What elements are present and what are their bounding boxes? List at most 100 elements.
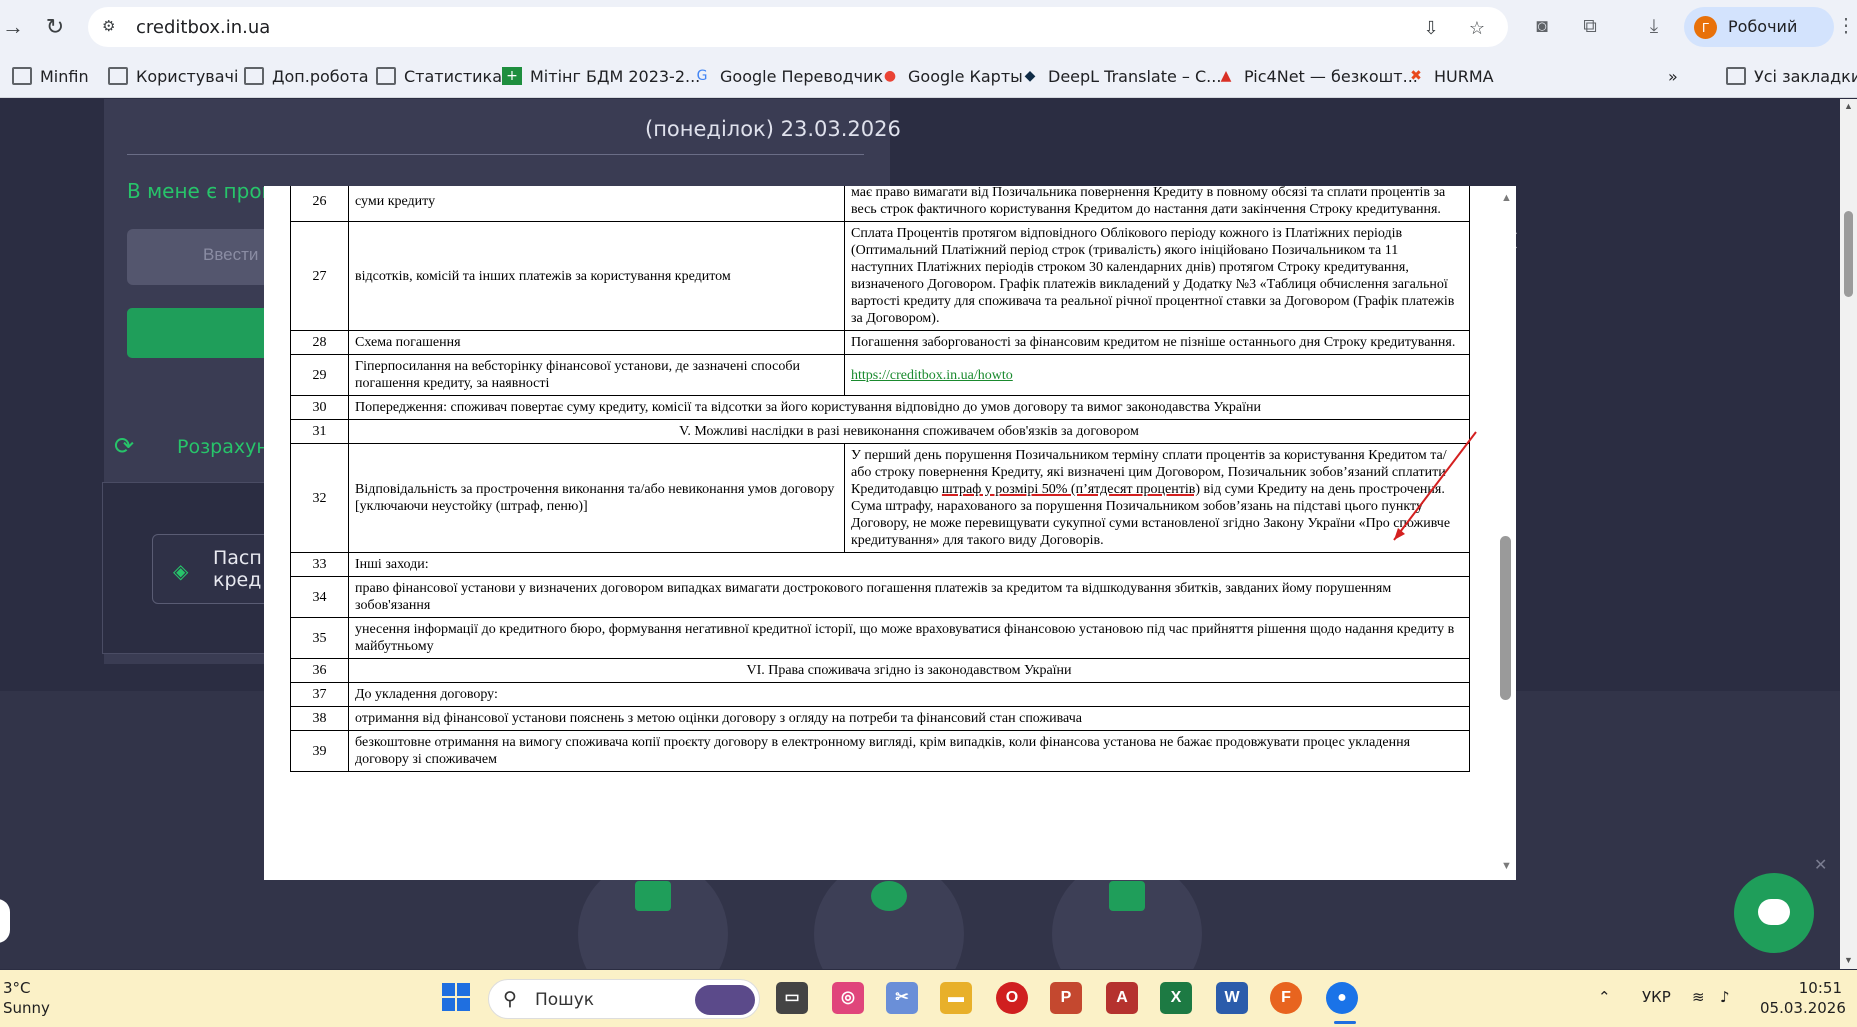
bookmark-label: Minfin bbox=[40, 66, 89, 86]
credit-passport-label: Пасп кред bbox=[213, 547, 262, 591]
scroll-down-icon[interactable]: ▼ bbox=[1501, 860, 1512, 872]
sheets-icon: + bbox=[502, 67, 522, 85]
bookmark-minfin[interactable]: Minfin bbox=[12, 64, 89, 88]
search-highlight-image bbox=[695, 985, 755, 1015]
firefox-icon[interactable]: F bbox=[1270, 982, 1302, 1014]
bookmark-hurma[interactable]: ✖ HURMA bbox=[1406, 64, 1493, 88]
chat-close-icon[interactable]: ✕ bbox=[1814, 855, 1827, 875]
excel-icon[interactable]: X bbox=[1160, 982, 1192, 1014]
avatar: Г bbox=[1694, 16, 1717, 39]
folder-icon bbox=[376, 67, 396, 85]
page-scroll-thumb[interactable] bbox=[1844, 211, 1853, 297]
forward-arrow-icon[interactable]: → bbox=[0, 14, 26, 40]
more-bookmarks-label: » bbox=[1668, 66, 1678, 86]
page-scrollbar[interactable]: ▲ ▼ bbox=[1840, 99, 1857, 969]
clock-date: 05.03.2026 bbox=[1760, 999, 1846, 1017]
address-bar[interactable]: ⚙ creditbox.in.ua ⇩ ☆ bbox=[88, 7, 1508, 47]
bookmark-google-translate[interactable]: G Google Переводчик bbox=[692, 64, 884, 88]
all-bookmarks-button[interactable]: Усі закладки bbox=[1726, 64, 1857, 88]
opera-icon[interactable]: O bbox=[996, 982, 1028, 1014]
search-label: Пошук bbox=[535, 990, 595, 1010]
weather-desc: Sunny bbox=[3, 999, 50, 1017]
folder-icon bbox=[108, 67, 128, 85]
bookmark-google-maps[interactable]: ● Google Карты bbox=[880, 64, 1023, 88]
arrow-head bbox=[1394, 528, 1405, 540]
bookmark-label: Користувачі bbox=[136, 66, 239, 86]
bookmark-label: Мітінг БДМ 2023-2... bbox=[530, 66, 701, 86]
promo-placeholder: Ввести bbox=[203, 245, 259, 264]
word-icon[interactable]: W bbox=[1216, 982, 1248, 1014]
photos-app-icon[interactable]: ◎ bbox=[832, 982, 864, 1014]
scroll-down-icon[interactable]: ▼ bbox=[1844, 955, 1853, 965]
bookmark-label: Доп.робота bbox=[272, 66, 369, 86]
repayment-date: (понеділок) 23.03.2026 bbox=[645, 117, 901, 141]
site-settings-icon[interactable]: ⚙ bbox=[102, 17, 122, 37]
reload-icon[interactable]: ↻ bbox=[42, 14, 68, 40]
layers-icon: ◈ bbox=[173, 561, 189, 583]
clock[interactable]: 10:51 05.03.2026 bbox=[1760, 978, 1846, 1018]
browser-toolbar: → ↻ ⚙ creditbox.in.ua ⇩ ☆ ◙ ⧉ ⤓ Г Робочи… bbox=[0, 0, 1857, 54]
scroll-up-icon[interactable]: ▲ bbox=[1501, 192, 1512, 204]
file-explorer-icon[interactable]: ▬ bbox=[940, 982, 972, 1014]
credit-passport-button[interactable]: ◈ Пасп кред bbox=[152, 534, 282, 604]
windows-start-icon[interactable] bbox=[442, 983, 470, 1011]
snipping-tool-icon[interactable]: ✂ bbox=[886, 982, 918, 1014]
bookmark-pic4net[interactable]: ▲ Pic4Net — безкошт... bbox=[1216, 64, 1418, 88]
document-icon bbox=[635, 881, 671, 911]
folder-icon bbox=[244, 67, 264, 85]
bookmark-label: Pic4Net — безкошт... bbox=[1244, 66, 1418, 86]
bookmark-star-icon[interactable]: ☆ bbox=[1466, 17, 1488, 39]
bookmark-users[interactable]: Користувачі bbox=[108, 64, 238, 88]
chrome-icon[interactable]: ● bbox=[1326, 982, 1358, 1014]
more-bookmarks-button[interactable]: » bbox=[1668, 64, 1678, 88]
extensions-icon[interactable]: ⧉ bbox=[1578, 15, 1602, 39]
wifi-icon[interactable]: ≋ bbox=[1692, 988, 1705, 1006]
deepl-icon: ◆ bbox=[1024, 68, 1036, 84]
modal-scrollbar[interactable]: ▲ ▼ bbox=[1496, 186, 1516, 880]
card-icon bbox=[1109, 881, 1145, 911]
bookmark-label: Статистика bbox=[404, 66, 502, 86]
weather-widget[interactable]: 3°C Sunny bbox=[3, 978, 50, 1018]
task-view-icon[interactable]: ▭ bbox=[776, 982, 808, 1014]
volume-icon[interactable]: ♪ bbox=[1720, 988, 1730, 1006]
arrow-line bbox=[1393, 431, 1477, 541]
maps-icon: ● bbox=[883, 68, 897, 84]
install-app-icon[interactable]: ⇩ bbox=[1420, 17, 1442, 39]
chat-button[interactable] bbox=[1734, 873, 1814, 953]
translate-icon: G bbox=[696, 68, 708, 84]
menu-icon[interactable]: ⋮ bbox=[1834, 15, 1857, 39]
calculation-link[interactable]: Розрахун bbox=[177, 436, 269, 458]
annotation-arrow bbox=[1393, 431, 1477, 541]
camera-icon[interactable]: ◙ bbox=[1530, 15, 1554, 39]
search-icon: ⚲ bbox=[503, 989, 517, 1010]
pic4net-icon: ▲ bbox=[1220, 68, 1232, 84]
bookmark-label: DeepL Translate – С... bbox=[1048, 66, 1222, 86]
bookmark-meeting[interactable]: + Мітінг БДМ 2023-2... bbox=[502, 64, 700, 88]
profile-button[interactable]: Г Робочий bbox=[1684, 7, 1834, 47]
refresh-icon: ⟳ bbox=[114, 433, 135, 460]
url-text[interactable]: creditbox.in.ua bbox=[136, 17, 270, 38]
bookmark-label: Google Карты bbox=[908, 66, 1023, 86]
phone-icon bbox=[871, 881, 907, 911]
bookmark-label: Google Переводчик bbox=[720, 66, 884, 86]
bookmark-extra-work[interactable]: Доп.робота bbox=[244, 64, 369, 88]
passport-modal: 26 суми кредиту має право вимагати від Поз… bbox=[264, 186, 1516, 880]
divider bbox=[127, 154, 864, 155]
taskbar-search[interactable]: ⚲ Пошук bbox=[488, 979, 760, 1019]
bookmarks-bar: Minfin Користувачі Доп.робота Статистика… bbox=[0, 54, 1857, 98]
folder-icon bbox=[12, 67, 32, 85]
tray-expand-icon[interactable]: ⌃ bbox=[1598, 988, 1611, 1006]
all-bookmarks-label: Усі закладки bbox=[1754, 66, 1857, 86]
promo-code-label[interactable]: В мене є пром bbox=[127, 179, 277, 203]
powerpoint-icon[interactable]: P bbox=[1050, 982, 1082, 1014]
bookmark-statistics[interactable]: Статистика bbox=[376, 64, 502, 88]
download-icon[interactable]: ⤓ bbox=[1642, 15, 1666, 39]
pdf-reader-icon[interactable]: A bbox=[1106, 982, 1138, 1014]
profile-label: Робочий bbox=[1728, 17, 1798, 36]
language-indicator[interactable]: УКР bbox=[1642, 988, 1671, 1006]
scroll-up-icon[interactable]: ▲ bbox=[1844, 101, 1853, 111]
bookmark-deepl[interactable]: ◆ DeepL Translate – С... bbox=[1020, 64, 1222, 88]
modal-scroll-thumb[interactable] bbox=[1500, 536, 1511, 700]
clock-time: 10:51 bbox=[1798, 979, 1842, 997]
folder-icon bbox=[1726, 67, 1746, 85]
